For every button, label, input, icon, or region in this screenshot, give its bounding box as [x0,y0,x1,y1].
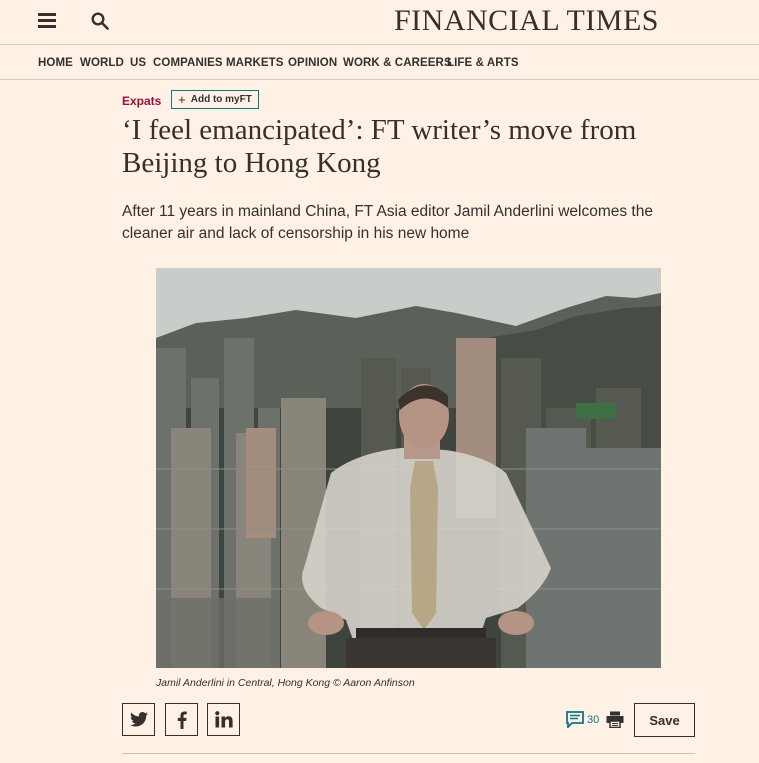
topic-tag[interactable]: Expats [122,94,161,108]
nav-opinion[interactable]: OPINION [288,57,337,69]
save-button[interactable]: Save [634,703,695,737]
nav-us[interactable]: US [130,57,146,69]
headline-line-2: Beijing to Hong Kong [122,147,381,179]
comments-icon [566,711,584,728]
divider [122,753,695,754]
add-to-myft-label: Add to myFT [190,94,252,105]
linkedin-icon [214,711,233,728]
standfirst-line-2: cleaner air and lack of censorship in hi… [122,225,470,242]
standfirst-line-1: After 11 years in mainland China, FT Asi… [122,203,653,220]
ft-logo[interactable]: FINANCIAL TIMES [394,4,659,38]
nav-home[interactable]: HOME [38,57,73,69]
print-icon [606,711,624,729]
comments-link[interactable]: 30 [566,711,599,728]
add-to-myft-button[interactable]: + Add to myFT [171,90,259,109]
nav-world[interactable]: WORLD [80,57,124,69]
plus-icon: + [178,92,186,107]
main-nav: HOME WORLD US COMPANIES MARKETS OPINION … [0,45,759,80]
facebook-share-button[interactable] [165,703,198,736]
menu-icon[interactable] [38,13,56,29]
twitter-share-button[interactable] [122,703,155,736]
headline: ‘I feel emancipated’: FT writer’s move f… [122,114,682,180]
comment-count: 30 [587,713,600,726]
twitter-icon [129,712,148,727]
nav-markets[interactable]: MARKETS [226,57,284,69]
nav-life-arts[interactable]: LIFE & ARTS [447,57,519,69]
nav-companies[interactable]: COMPANIES [153,57,223,69]
headline-line-1: ‘I feel emancipated’: FT writer’s move f… [122,114,637,146]
print-button[interactable] [606,711,624,733]
linkedin-share-button[interactable] [207,703,240,736]
photo-caption: Jamil Anderlini in Central, Hong Kong © … [156,677,415,689]
nav-work-careers[interactable]: WORK & CAREERS [343,57,452,69]
article-photo [156,268,661,668]
standfirst: After 11 years in mainland China, FT Asi… [122,201,682,245]
search-icon[interactable] [91,12,109,30]
facebook-icon [177,711,187,729]
top-bar: FINANCIAL TIMES [0,0,759,45]
